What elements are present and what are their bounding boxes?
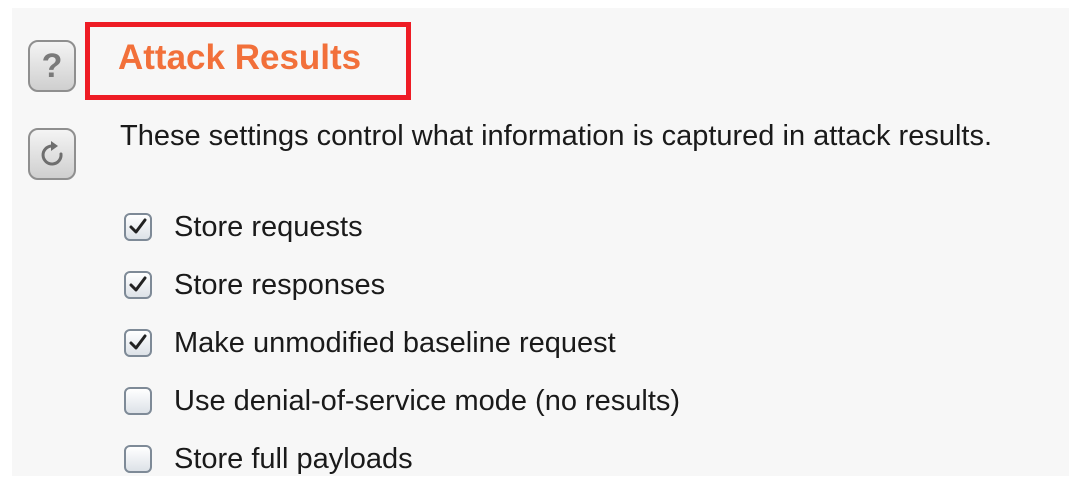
option-label: Make unmodified baseline request [174,327,616,359]
section-description: These settings control what information … [120,120,993,152]
option-baseline-request[interactable]: Make unmodified baseline request [124,314,680,372]
option-label: Store requests [174,211,363,243]
reset-defaults-button[interactable] [28,128,76,180]
refresh-icon [41,141,63,166]
options-list: Store requests Store responses Make unmo… [124,198,680,488]
checkmark-icon [129,334,147,350]
option-store-responses[interactable]: Store responses [124,256,680,314]
store-requests-checkbox[interactable] [124,213,152,241]
option-dos-mode[interactable]: Use denial-of-service mode (no results) [124,372,680,430]
dos-mode-checkbox[interactable] [124,387,152,415]
help-icon: ? [41,47,63,85]
option-store-requests[interactable]: Store requests [124,198,680,256]
attack-results-panel: ? Attack Results These settings control … [12,8,1069,476]
store-responses-checkbox[interactable] [124,271,152,299]
option-label: Store full payloads [174,443,413,475]
baseline-request-checkbox[interactable] [124,329,152,357]
store-full-payloads-checkbox[interactable] [124,445,152,473]
section-title: Attack Results [118,38,362,77]
checkmark-icon [129,276,147,292]
checkmark-icon [129,218,147,234]
option-label: Use denial-of-service mode (no results) [174,385,681,417]
help-button[interactable]: ? [28,40,76,92]
option-label: Store responses [174,269,386,301]
option-store-full-payloads[interactable]: Store full payloads [124,430,680,488]
